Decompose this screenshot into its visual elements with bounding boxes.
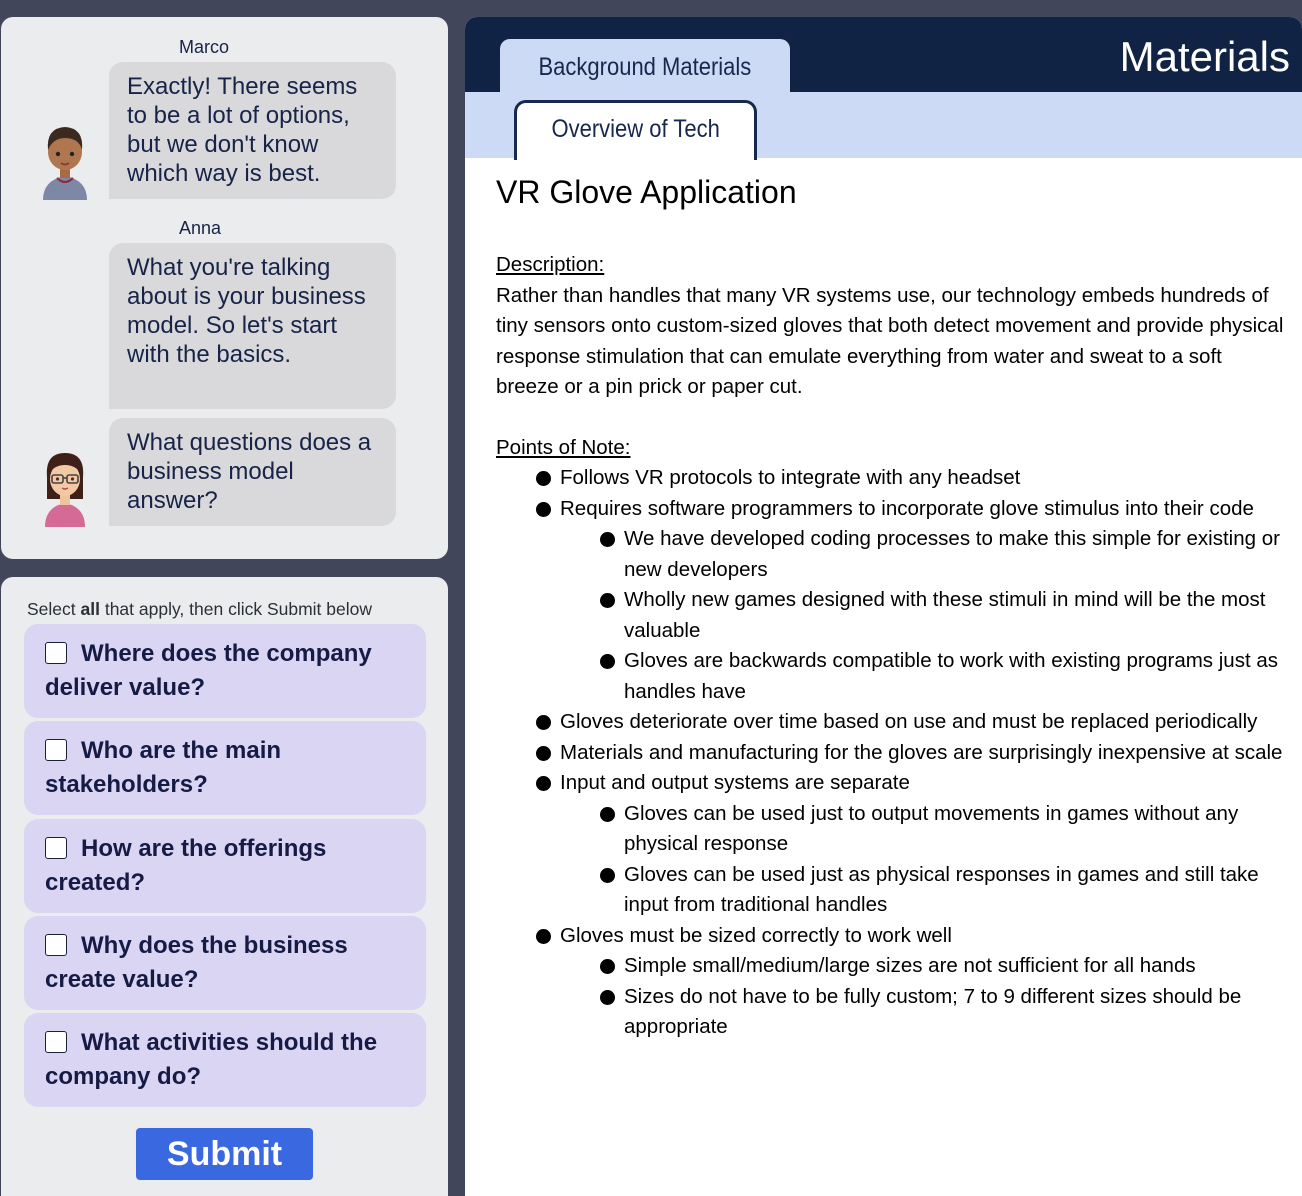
point-text: Follows VR protocols to integrate with a… xyxy=(560,466,1021,489)
document-title: VR Glove Application xyxy=(496,174,797,210)
document-content: VR Glove Application Description: Rather… xyxy=(496,172,1286,1043)
point-text: Input and output systems are separate xyxy=(560,771,910,794)
message-bubble: Exactly! There seems to be a lot of opti… xyxy=(109,62,396,199)
point-text: Gloves must be sized correctly to work w… xyxy=(560,923,952,947)
bullet-icon xyxy=(536,501,551,517)
materials-header: Background Materials Materials xyxy=(465,17,1302,92)
chat-panel: Marco Exactly! There seems to be a lot o… xyxy=(1,17,448,559)
quiz-option[interactable]: Why does the business create value? xyxy=(24,916,426,1010)
female-avatar-icon xyxy=(45,453,85,527)
instructions-emphasis: all xyxy=(80,599,100,619)
description-text: Rather than handles that many VR systems… xyxy=(496,283,1284,399)
bullet-icon xyxy=(600,654,615,669)
point-item: Follows VR protocols to integrate with a… xyxy=(496,463,1286,494)
point-item: Gloves can be used just as physical resp… xyxy=(496,860,1286,921)
checkbox[interactable] xyxy=(45,739,67,761)
option-label: How are the offerings created? xyxy=(45,835,327,896)
point-item: Gloves must be sized correctly to work w… xyxy=(496,921,1286,952)
sender-name: Anna xyxy=(179,218,222,238)
message-bubble: What you're talking about is your busine… xyxy=(109,243,396,409)
bullet-icon xyxy=(536,471,551,486)
bullet-icon xyxy=(600,593,615,608)
option-label: Where does the company deliver value? xyxy=(45,640,372,701)
bullet-icon xyxy=(600,959,615,974)
point-text: Simple small/medium/large sizes are not … xyxy=(624,954,1196,977)
bullet-icon xyxy=(600,867,615,883)
tab-overview-of-tech[interactable]: Overview of Tech xyxy=(514,100,757,160)
point-text: Wholly new games designed with these sti… xyxy=(624,588,1266,642)
quiz-option[interactable]: What activities should the company do? xyxy=(24,1013,426,1107)
point-item: Gloves can be used just to output moveme… xyxy=(496,799,1286,860)
instructions-text: that apply, then click Submit below xyxy=(99,599,373,619)
submit-button[interactable]: Submit xyxy=(136,1128,313,1180)
instructions-text: Select xyxy=(27,599,81,619)
point-item: Simple small/medium/large sizes are not … xyxy=(496,951,1286,982)
point-item: Sizes do not have to be fully custom; 7 … xyxy=(496,982,1286,1043)
sender-name: Marco xyxy=(179,37,230,57)
point-text: We have developed coding processes to ma… xyxy=(624,527,1280,581)
materials-panel: Background Materials Materials Overview … xyxy=(465,17,1302,1196)
tab-label: Background Materials xyxy=(538,53,752,81)
point-item: Gloves deteriorate over time based on us… xyxy=(496,707,1286,738)
point-item: Wholly new games designed with these sti… xyxy=(496,585,1286,646)
option-label: Who are the main stakeholders? xyxy=(45,737,282,798)
description-label: Description: xyxy=(496,253,605,276)
checkbox[interactable] xyxy=(45,1031,67,1053)
quiz-instructions: Select all that apply, then click Submit… xyxy=(27,599,372,620)
point-item: Requires software programmers to incorpo… xyxy=(496,494,1286,525)
quiz-option[interactable]: How are the offerings created? xyxy=(24,819,426,913)
bullet-icon xyxy=(536,928,551,944)
tab-label: Overview of Tech xyxy=(551,115,720,143)
quiz-panel: Select all that apply, then click Submit… xyxy=(1,577,448,1196)
bullet-icon xyxy=(600,989,615,1005)
point-text: Materials and manufacturing for the glov… xyxy=(560,740,1283,764)
point-item: We have developed coding processes to ma… xyxy=(496,524,1286,585)
subtab-bar: Overview of Tech xyxy=(465,92,1302,160)
point-text: Gloves can be used just as physical resp… xyxy=(624,862,1259,917)
point-text: Gloves are backwards compatible to work … xyxy=(624,649,1278,703)
point-item: Materials and manufacturing for the glov… xyxy=(496,738,1286,769)
point-text: Gloves deteriorate over time based on us… xyxy=(560,710,1258,733)
message-bubble: What questions does a business model ans… xyxy=(109,418,396,526)
checkbox[interactable] xyxy=(45,642,67,664)
points-label: Points of Note: xyxy=(496,435,631,459)
point-text: Sizes do not have to be fully custom; 7 … xyxy=(624,984,1242,1039)
bullet-icon xyxy=(600,806,615,822)
checkbox[interactable] xyxy=(45,934,67,956)
quiz-option[interactable]: Who are the main stakeholders? xyxy=(24,721,426,815)
checkbox[interactable] xyxy=(45,837,67,859)
bullet-icon xyxy=(536,715,551,730)
point-item: Gloves are backwards compatible to work … xyxy=(496,646,1286,707)
point-text: Gloves can be used just to output moveme… xyxy=(624,801,1239,856)
bullet-icon xyxy=(600,532,615,547)
points-list: Follows VR protocols to integrate with a… xyxy=(496,463,1286,1043)
male-avatar-icon xyxy=(43,127,87,200)
bullet-icon xyxy=(536,745,551,761)
bullet-icon xyxy=(536,776,551,791)
materials-title: Materials xyxy=(1119,33,1290,80)
option-label: Why does the business create value? xyxy=(45,932,348,993)
point-text: Requires software programmers to incorpo… xyxy=(560,496,1254,520)
tab-background-materials[interactable]: Background Materials xyxy=(500,39,790,92)
point-item: Input and output systems are separate xyxy=(496,768,1286,799)
option-label: What activities should the company do? xyxy=(45,1029,378,1090)
quiz-option[interactable]: Where does the company deliver value? xyxy=(24,624,426,718)
